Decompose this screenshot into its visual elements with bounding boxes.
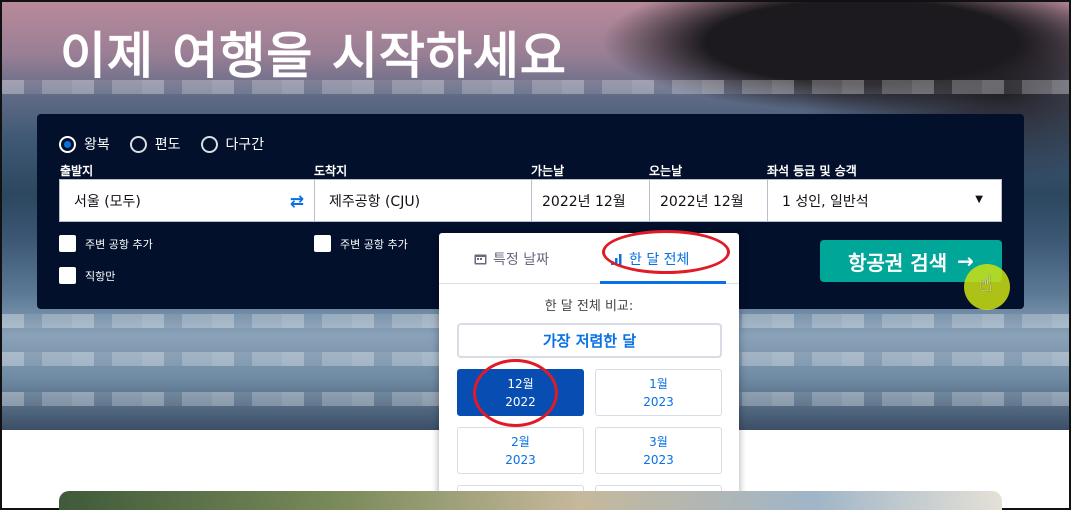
month-option[interactable]: 3월 2023 — [595, 427, 722, 474]
trip-type-oneway[interactable]: 편도 — [129, 134, 181, 154]
month-year: 2023 — [643, 452, 674, 467]
origin-input[interactable]: 서울 (모두) ⇄ — [59, 179, 315, 222]
destination-image-card — [59, 491, 1002, 510]
cabin-label: 좌석 등급 및 승객 — [767, 164, 857, 178]
month-year: 2023 — [505, 452, 536, 467]
month-year: 2023 — [643, 394, 674, 409]
month-option[interactable]: 2월 2023 — [457, 427, 584, 474]
annotation-oval-month — [473, 359, 558, 427]
checkbox-label: 직항만 — [85, 269, 116, 283]
radio-icon — [129, 135, 147, 153]
month-option[interactable]: 1월 2023 — [595, 369, 722, 416]
cabin-value: 1 성인, 일반석 — [782, 193, 869, 210]
active-tab-indicator — [600, 281, 726, 284]
tab-specific-date[interactable]: 특정 날짜 — [474, 233, 549, 284]
annotation-oval-tab — [602, 230, 730, 274]
direct-only-checkbox[interactable]: 직항만 — [59, 267, 115, 284]
trip-type-roundtrip[interactable]: 왕복 — [59, 134, 110, 154]
return-date-input[interactable]: 2022년 12월 — [649, 179, 768, 222]
radio-icon — [200, 135, 218, 153]
trip-type-label: 왕복 — [84, 137, 110, 153]
month-name: 3월 — [649, 434, 668, 449]
checkbox-icon — [314, 235, 331, 252]
dest-nearby-checkbox[interactable]: 주변 공항 추가 — [314, 235, 408, 252]
cheapest-month-button[interactable]: 가장 저렴한 달 — [457, 323, 722, 358]
compare-label: 한 달 전체 비교: — [544, 299, 634, 314]
depart-value: 2022년 12월 — [542, 193, 626, 210]
origin-nearby-checkbox[interactable]: 주변 공항 추가 — [59, 235, 153, 252]
swap-arrows-icon[interactable]: ⇄ — [290, 192, 304, 212]
depart-date-input[interactable]: 2022년 12월 — [531, 179, 650, 222]
destination-input[interactable]: 제주공항 (CJU) — [314, 179, 532, 222]
hand-pointer-icon: ☝ — [979, 272, 993, 297]
radio-selected-icon — [59, 135, 76, 153]
trip-type-multicity[interactable]: 다구간 — [200, 134, 265, 154]
trip-type-label: 다구간 — [225, 137, 265, 153]
destination-label: 도착지 — [314, 164, 348, 178]
checkbox-label: 주변 공항 추가 — [340, 237, 408, 251]
calendar-icon — [474, 254, 487, 264]
checkbox-label: 주변 공항 추가 — [85, 237, 153, 251]
destination-value: 제주공항 (CJU) — [329, 193, 421, 210]
caret-down-icon: ▼ — [975, 194, 983, 205]
hero-headline: 이제 여행을 시작하세요 — [60, 27, 567, 85]
return-label: 오는날 — [649, 164, 683, 178]
origin-value: 서울 (모두) — [74, 193, 141, 210]
checkbox-icon — [59, 235, 76, 252]
origin-label: 출발지 — [60, 164, 94, 178]
search-button-label: 항공권 검색 — [848, 250, 948, 275]
trip-type-label: 편도 — [154, 137, 181, 153]
month-name: 1월 — [649, 376, 668, 391]
tab-label: 특정 날짜 — [493, 251, 549, 268]
depart-label: 가는날 — [531, 164, 565, 178]
return-value: 2022년 12월 — [660, 193, 744, 210]
checkbox-icon — [59, 267, 76, 284]
month-name: 2월 — [511, 434, 530, 449]
trip-type-group: 왕복 편도 다구간 — [59, 134, 264, 154]
cabin-passenger-select[interactable]: 1 성인, 일반석 ▼ — [767, 179, 1002, 222]
